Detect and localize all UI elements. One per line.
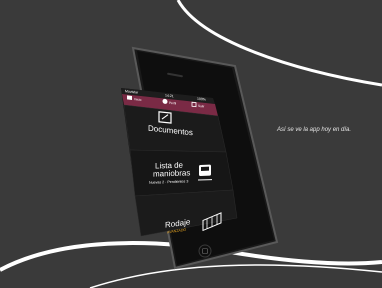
nav-tab-inicio-label: Inicio: [134, 97, 142, 102]
menu-maniobras-label-line2: maniobras: [153, 168, 190, 178]
smartphone: Movistar 14:21 100% Inicio Perfil Salir: [85, 40, 295, 272]
home-button[interactable]: [198, 244, 212, 258]
nav-tab-salir-label: Salir: [198, 104, 205, 109]
nav-tab-perfil-label: Perfil: [169, 101, 177, 106]
home-icon: [127, 95, 132, 100]
